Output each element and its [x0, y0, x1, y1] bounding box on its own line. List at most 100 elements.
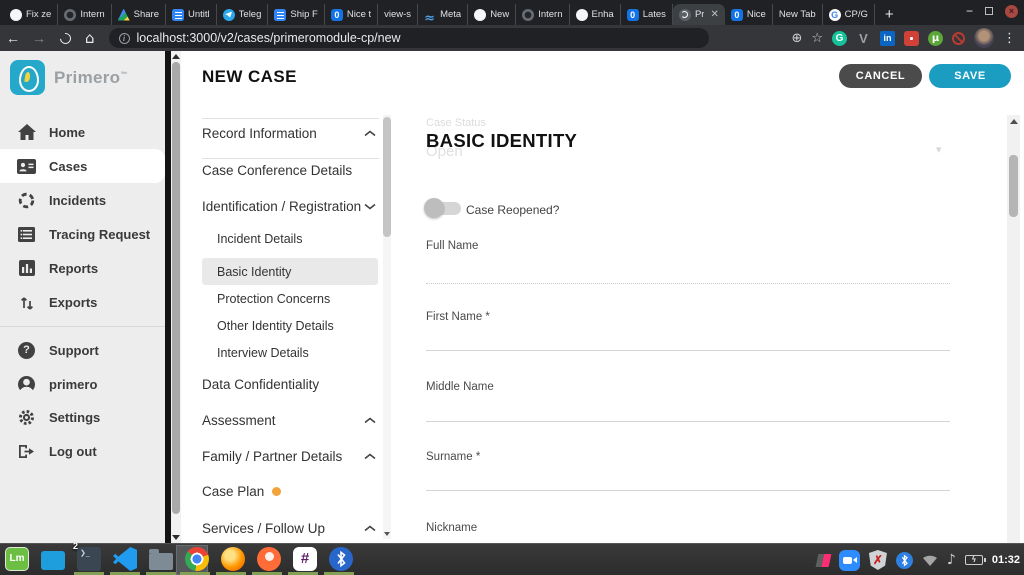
mint-menu-icon[interactable]: Lm	[5, 547, 29, 571]
tray-app-icon[interactable]	[815, 553, 832, 567]
sidebar-item-settings[interactable]: Settings	[0, 400, 165, 434]
profile-avatar[interactable]	[974, 28, 994, 48]
zoom-app-icon[interactable]	[838, 549, 860, 571]
close-tab-icon[interactable]: ✕	[710, 9, 718, 20]
sidebar-item-reports[interactable]: Reports	[0, 251, 165, 285]
form-nav-basic-identity[interactable]: Basic Identity	[202, 261, 378, 283]
terminal-icon[interactable]: 2	[73, 541, 101, 571]
tab-ship[interactable]: Ship F	[268, 4, 325, 25]
form-nav-services-follow-up[interactable]: Services / Follow Up	[202, 517, 378, 539]
sidebar-item-exports[interactable]: Exports	[0, 285, 165, 319]
tab-enhance[interactable]: Enha	[570, 4, 621, 25]
tracing-request-icon	[17, 225, 36, 243]
window-maximize-button[interactable]	[985, 7, 993, 15]
forward-button[interactable]: →	[26, 30, 52, 46]
form-nav-case-plan[interactable]: Case Plan	[202, 480, 378, 502]
scroll-up-arrow-icon[interactable]	[1010, 119, 1018, 124]
linkedin-extension-icon[interactable]: in	[880, 30, 895, 46]
form-nav-scrollbar-thumb[interactable]	[383, 117, 391, 237]
tab-view[interactable]: view-s	[378, 4, 419, 25]
sidebar-item-account[interactable]: primero	[0, 367, 165, 401]
cancel-button[interactable]: CANCEL	[839, 64, 922, 88]
home-button[interactable]: ⌂	[85, 29, 95, 47]
tab-cpg[interactable]: CP/G	[823, 4, 875, 25]
browser-menu-icon[interactable]: ⋮	[1003, 31, 1016, 46]
middle-name-input[interactable]	[426, 421, 950, 422]
audio-icon[interactable]: ♪	[947, 552, 956, 568]
zoom-page-icon[interactable]: ⊕	[791, 31, 802, 46]
grammarly-extension-icon[interactable]: G	[832, 30, 847, 46]
new-tab-button[interactable]: +	[885, 6, 894, 23]
form-nav-interview-details[interactable]: Interview Details	[202, 342, 378, 364]
tab-telegram[interactable]: Teleg	[217, 4, 269, 25]
bookmark-star-icon[interactable]: ☆	[811, 31, 823, 46]
form-nav-identification-registration[interactable]: Identification / Registration	[202, 195, 378, 217]
save-button[interactable]: SAVE	[929, 64, 1011, 88]
form-nav-data-confidentiality[interactable]: Data Confidentiality	[202, 373, 378, 395]
form-nav-label: Services / Follow Up	[202, 520, 326, 536]
red-extension-icon[interactable]	[904, 30, 919, 46]
slack-icon[interactable]: #	[293, 547, 317, 571]
tab-nice-1[interactable]: Nice t	[325, 4, 379, 25]
scroll-down-arrow-icon[interactable]	[172, 535, 180, 540]
form-nav-assessment[interactable]: Assessment	[202, 409, 378, 431]
address-bar[interactable]: i localhost:3000/v2/cases/primeromodule-…	[108, 28, 709, 48]
firefox-icon[interactable]	[221, 547, 245, 571]
bluetooth-tray-icon[interactable]	[895, 551, 913, 569]
wifi-icon[interactable]	[922, 554, 938, 566]
sidebar-item-cases[interactable]: Cases	[0, 149, 165, 183]
tab-latest[interactable]: Lates	[621, 4, 673, 25]
postman-icon[interactable]	[257, 547, 281, 571]
tab-newtab[interactable]: New Tab	[773, 4, 823, 25]
form-nav-incident-details[interactable]: Incident Details	[202, 228, 378, 250]
case-reopened-toggle-knob[interactable]	[424, 198, 444, 218]
vscode-icon[interactable]	[113, 547, 137, 571]
form-nav-case-conference-details[interactable]: Case Conference Details	[202, 159, 378, 181]
window-close-button[interactable]: ×	[1005, 4, 1018, 18]
form-nav-family-partner-details[interactable]: Family / Partner Details	[202, 445, 378, 467]
scroll-up-arrow-icon[interactable]	[172, 54, 180, 59]
tab-intern-2[interactable]: Intern	[516, 4, 570, 25]
first-name-input[interactable]	[426, 350, 950, 351]
tab-intern-1[interactable]: Intern	[58, 4, 112, 25]
github-icon	[474, 8, 487, 21]
bluetooth-app-icon[interactable]	[329, 547, 353, 571]
tab-primero-active[interactable]: Pr ✕	[672, 4, 725, 25]
sidebar-item-incidents[interactable]: Incidents	[0, 183, 165, 217]
tab-new[interactable]: New	[468, 4, 517, 25]
site-info-icon[interactable]: i	[118, 32, 130, 44]
sidebar-item-label: Tracing Request	[49, 226, 151, 242]
sidebar-item-support[interactable]: ? Support	[0, 333, 165, 367]
full-name-input[interactable]	[426, 283, 950, 284]
back-button[interactable]: ←	[0, 30, 26, 46]
clock[interactable]: 01:32	[992, 554, 1020, 566]
form-nav-other-identity-details[interactable]: Other Identity Details	[202, 315, 378, 337]
show-desktop-icon[interactable]	[41, 551, 65, 570]
content-scrollbar-thumb[interactable]	[1009, 155, 1018, 217]
scroll-down-arrow-icon[interactable]	[384, 532, 390, 536]
surname-input[interactable]	[426, 490, 950, 491]
window-minimize-button[interactable]: −	[966, 4, 973, 18]
sidebar-scrollbar-thumb[interactable]	[172, 62, 180, 514]
chrome-icon[interactable]	[185, 547, 209, 571]
google-drive-icon	[117, 8, 130, 21]
sidebar-item-home[interactable]: Home	[0, 115, 165, 149]
battery-icon[interactable]: ϟ	[964, 555, 986, 565]
tab-metabase[interactable]: Meta	[418, 4, 469, 25]
tab-share[interactable]: Share	[112, 4, 166, 25]
tab-fix[interactable]: Fix ze	[4, 4, 59, 25]
sidebar-item-tracing-request[interactable]: Tracing Request	[0, 217, 165, 251]
tab-nice-2[interactable]: Nice	[725, 4, 773, 25]
form-nav-protection-concerns[interactable]: Protection Concerns	[202, 288, 378, 310]
file-manager-icon[interactable]	[149, 549, 173, 570]
tab-title: Untitl	[188, 9, 210, 20]
chevron-up-icon	[364, 129, 376, 137]
firewall-shield-icon[interactable]: ✗	[868, 550, 887, 570]
vimium-extension-icon[interactable]: V	[856, 31, 871, 46]
form-nav-record-information[interactable]: Record Information	[202, 122, 378, 144]
utorrent-extension-icon[interactable]: µ	[928, 30, 943, 46]
reload-button[interactable]	[57, 30, 74, 46]
sidebar-item-logout[interactable]: Log out	[0, 434, 165, 468]
blocker-extension-icon[interactable]	[952, 31, 965, 45]
tab-untitled[interactable]: Untitl	[166, 4, 217, 25]
